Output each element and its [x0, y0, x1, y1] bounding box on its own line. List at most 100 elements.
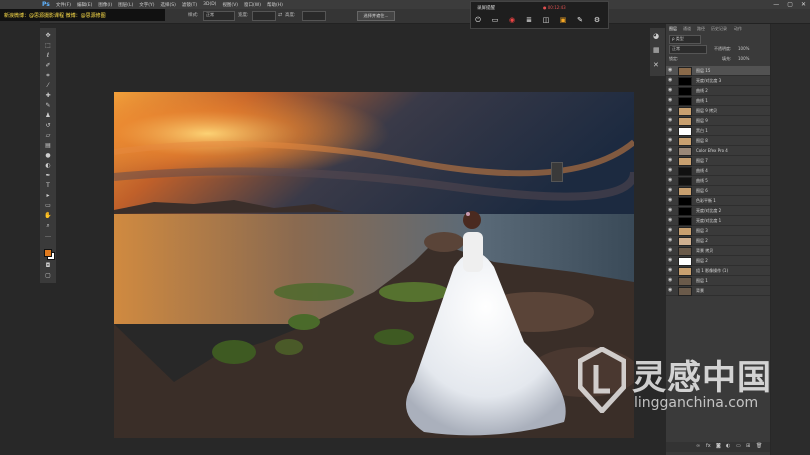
layer-row[interactable]: ◉ 图层 1 — [666, 276, 770, 286]
fx-icon[interactable]: fx — [706, 443, 711, 449]
document-canvas[interactable] — [114, 92, 634, 438]
visibility-eye-icon[interactable]: ◉ — [668, 267, 672, 273]
layer-row[interactable]: ◉ 图层 2 — [666, 256, 770, 266]
trash-icon[interactable]: 🗑 — [756, 443, 762, 449]
floating-canvas-widget[interactable] — [551, 162, 563, 182]
tab-actions[interactable]: 动作 — [734, 26, 742, 32]
menu-image[interactable]: 图像(I) — [98, 2, 112, 8]
marquee-tool-icon[interactable]: ⬚ — [43, 42, 53, 50]
power-icon[interactable]: ⏻ — [474, 16, 482, 24]
foreground-color-swatch[interactable] — [44, 249, 52, 257]
visibility-eye-icon[interactable]: ◉ — [668, 167, 672, 173]
visibility-eye-icon[interactable]: ◉ — [668, 227, 672, 233]
lasso-tool-icon[interactable]: ℓ — [43, 52, 53, 60]
visibility-eye-icon[interactable]: ◉ — [668, 257, 672, 263]
layer-row[interactable]: ◉ 图层 9 — [666, 116, 770, 126]
visibility-eye-icon[interactable]: ◉ — [668, 177, 672, 183]
record-icon[interactable]: ◉ — [508, 16, 516, 24]
visibility-eye-icon[interactable]: ◉ — [668, 247, 672, 253]
layer-row[interactable]: ◉ 曲线 4 — [666, 166, 770, 176]
minimize-button[interactable]: — — [773, 1, 779, 8]
link-layers-icon[interactable]: ∞ — [696, 443, 700, 449]
visibility-eye-icon[interactable]: ◉ — [668, 127, 672, 133]
layer-row[interactable]: ◉ 亮度/对比度 1 — [666, 216, 770, 226]
layer-row[interactable]: ◉ 背景 — [666, 286, 770, 296]
quick-mask-icon[interactable]: ◘ — [43, 262, 53, 270]
visibility-eye-icon[interactable]: ◉ — [668, 287, 672, 293]
layer-row[interactable]: ◉ 黑白 1 — [666, 126, 770, 136]
menu-edit[interactable]: 编辑(E) — [77, 2, 92, 8]
hand-tool-icon[interactable]: ✋ — [43, 212, 53, 220]
menu-select[interactable]: 选择(S) — [160, 2, 175, 8]
quick-select-tool-icon[interactable]: ✐ — [43, 62, 53, 70]
folder-icon[interactable]: ▣ — [559, 16, 567, 24]
dodge-tool-icon[interactable]: ◐ — [43, 162, 53, 170]
more-tools-icon[interactable]: … — [43, 232, 53, 240]
style-select[interactable]: 正常 — [203, 11, 235, 21]
rectangle-tool-icon[interactable]: ▭ — [43, 202, 53, 210]
layer-row[interactable]: ◉ 组 1 影像操作 (1) — [666, 266, 770, 276]
layer-row[interactable]: ◉ 图层 2 — [666, 236, 770, 246]
tab-channels[interactable]: 通道 — [683, 26, 691, 32]
layer-row[interactable]: ◉ 曲线 5 — [666, 176, 770, 186]
menu-layer[interactable]: 图层(L) — [118, 2, 133, 8]
history-brush-tool-icon[interactable]: ↺ — [43, 122, 53, 130]
new-layer-icon[interactable]: ⊞ — [746, 443, 750, 449]
tab-history[interactable]: 历史记录 — [711, 26, 727, 32]
visibility-eye-icon[interactable]: ◉ — [668, 197, 672, 203]
camera-icon[interactable]: ◫ — [542, 16, 550, 24]
brush-icon[interactable]: ✎ — [576, 16, 584, 24]
layer-row[interactable]: ◉ 图层 7 — [666, 156, 770, 166]
visibility-eye-icon[interactable]: ◉ — [668, 157, 672, 163]
adjustments-panel-icon[interactable]: ▦ — [653, 46, 660, 54]
visibility-eye-icon[interactable]: ◉ — [668, 207, 672, 213]
brush-tool-icon[interactable]: ✎ — [43, 102, 53, 110]
visibility-eye-icon[interactable]: ◉ — [668, 67, 672, 73]
blend-mode-select[interactable]: 正常 — [669, 45, 707, 54]
visibility-eye-icon[interactable]: ◉ — [668, 137, 672, 143]
height-field[interactable] — [302, 11, 326, 21]
layer-row[interactable]: ◉ 色彩平衡 1 — [666, 196, 770, 206]
add-mask-icon[interactable]: ◙ — [716, 443, 721, 449]
adjustment-layer-icon[interactable]: ◐ — [726, 443, 730, 449]
layer-row[interactable]: ◉ 图层 15 — [666, 66, 770, 76]
layer-row[interactable]: ◉ 亮度/对比度 3 — [666, 76, 770, 86]
visibility-eye-icon[interactable]: ◉ — [668, 237, 672, 243]
maximize-button[interactable]: ▢ — [787, 1, 793, 8]
clone-stamp-tool-icon[interactable]: ♟ — [43, 112, 53, 120]
crop-tool-icon[interactable]: ⌗ — [43, 72, 53, 80]
screen-mode-icon[interactable]: ▢ — [43, 272, 53, 280]
menu-type[interactable]: 文字(Y) — [139, 2, 154, 8]
menu-view[interactable]: 视图(V) — [222, 2, 238, 8]
menu-3d[interactable]: 3D(D) — [203, 2, 216, 7]
layer-row[interactable]: ◉ 图层 9 拷贝 — [666, 106, 770, 116]
visibility-eye-icon[interactable]: ◉ — [668, 87, 672, 93]
visibility-eye-icon[interactable]: ◉ — [668, 97, 672, 103]
width-field[interactable] — [252, 11, 276, 21]
visibility-eye-icon[interactable]: ◉ — [668, 107, 672, 113]
color-panel-icon[interactable]: ◕ — [653, 32, 659, 40]
close-button[interactable]: ✕ — [801, 1, 806, 8]
menu-window[interactable]: 窗口(W) — [244, 2, 261, 8]
tab-layers[interactable]: 图层 — [669, 26, 677, 32]
layer-row[interactable]: ◉ 图层 6 — [666, 186, 770, 196]
layer-row[interactable]: ◉ 图层 3 — [666, 226, 770, 236]
gradient-tool-icon[interactable]: ▤ — [43, 142, 53, 150]
visibility-eye-icon[interactable]: ◉ — [668, 77, 672, 83]
path-select-tool-icon[interactable]: ▸ — [43, 192, 53, 200]
visibility-eye-icon[interactable]: ◉ — [668, 187, 672, 193]
layer-row[interactable]: ◉ 亮度/对比度 2 — [666, 206, 770, 216]
menu-filter[interactable]: 滤镜(T) — [182, 2, 197, 8]
visibility-eye-icon[interactable]: ◉ — [668, 277, 672, 283]
settings-icon[interactable]: ⚙ — [593, 16, 601, 24]
select-and-mask-button[interactable]: 选择并遮住... — [357, 11, 395, 21]
layer-row[interactable]: ◉ 图层 8 — [666, 136, 770, 146]
menu-file[interactable]: 文件(F) — [56, 2, 71, 8]
move-tool-icon[interactable]: ✥ — [43, 32, 53, 40]
type-tool-icon[interactable]: T — [43, 182, 53, 190]
tools-settings-icon[interactable]: ✕ — [653, 61, 659, 69]
layer-row[interactable]: ◉ 曲线 2 — [666, 86, 770, 96]
chat-icon[interactable]: ▭ — [491, 16, 499, 24]
blur-tool-icon[interactable]: ● — [43, 152, 53, 160]
fill-value[interactable]: 100% — [738, 56, 749, 61]
